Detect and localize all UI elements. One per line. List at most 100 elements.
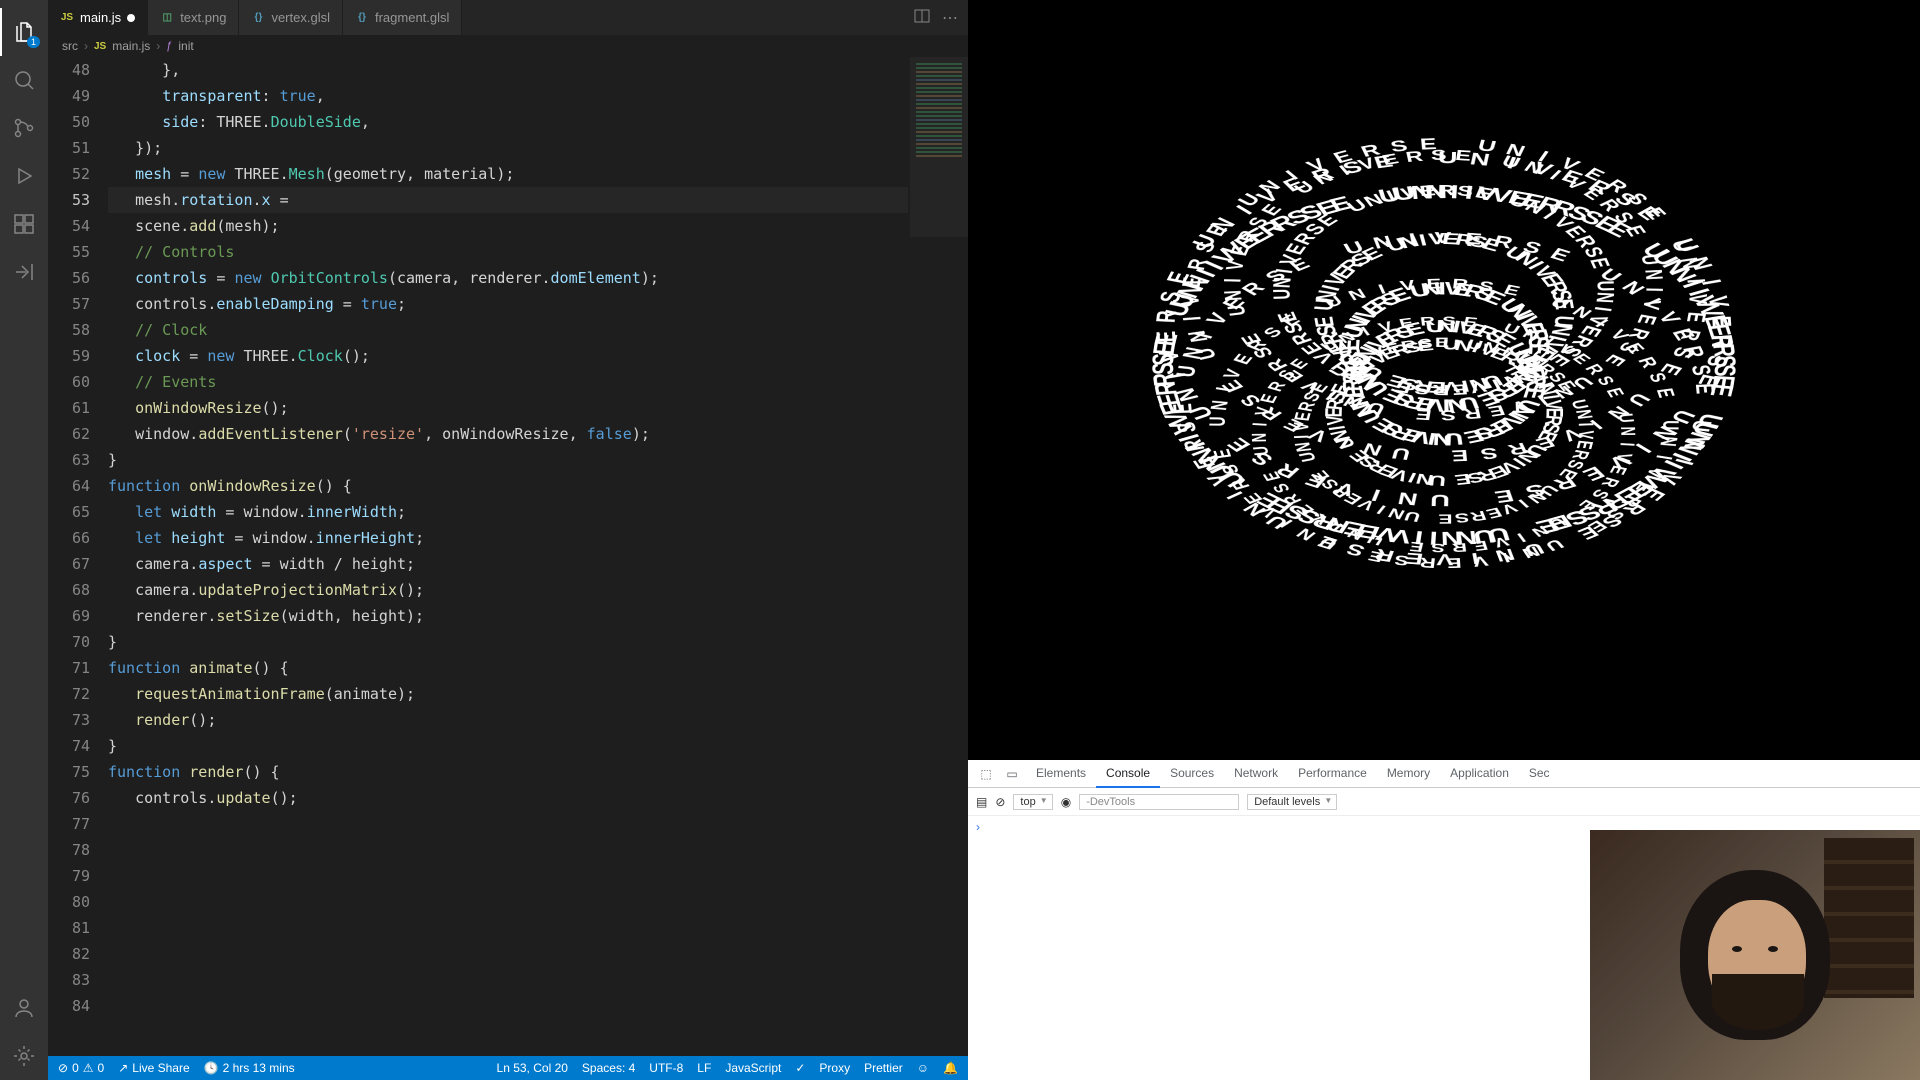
gear-icon[interactable] (0, 1032, 48, 1080)
line-number: 67 (48, 551, 90, 577)
line-number: 52 (48, 161, 90, 187)
line-number: 84 (48, 993, 90, 1019)
status-proxy[interactable]: Proxy (819, 1061, 850, 1075)
code-line[interactable]: controls.enableDamping = true; (108, 291, 908, 317)
tab-main-js[interactable]: JS main.js (48, 0, 148, 35)
more-actions-icon[interactable]: ⋯ (942, 8, 958, 28)
editor-group: JS main.js ◫text.png{}vertex.glsl{}fragmen… (48, 0, 968, 1080)
line-number: 81 (48, 915, 90, 941)
line-number: 50 (48, 109, 90, 135)
code-editor[interactable]: 4849505152535455565758596061626364656667… (48, 57, 968, 1056)
code-line[interactable]: side: THREE.DoubleSide, (108, 109, 908, 135)
webgl-preview[interactable]: UNIVERSE UNIVERSE UNIVERSE UNIVERSE UNIV… (968, 0, 1920, 760)
code-line[interactable]: let height = window.innerHeight; (108, 525, 908, 551)
clear-console-icon[interactable]: ⊘ (995, 795, 1005, 809)
tab-label: fragment.glsl (375, 10, 449, 25)
code-line[interactable]: // Events (108, 369, 908, 395)
code-line[interactable]: camera.updateProjectionMatrix(); (108, 577, 908, 603)
code-line[interactable]: clock = new THREE.Clock(); (108, 343, 908, 369)
status-prettier[interactable]: Prettier (864, 1061, 903, 1075)
live-share-icon[interactable] (0, 248, 48, 296)
execution-context-select[interactable]: top (1013, 794, 1052, 810)
device-toggle-icon[interactable]: ▭ (1000, 767, 1024, 781)
breadcrumb[interactable]: src › JS main.js › ƒ init (48, 35, 968, 57)
devtools-tab-sec[interactable]: Sec (1519, 760, 1560, 788)
explorer-icon[interactable]: 1 (0, 8, 48, 56)
code-line[interactable]: }); (108, 135, 908, 161)
code-line[interactable]: mesh = new THREE.Mesh(geometry, material… (108, 161, 908, 187)
status-feedback-icon[interactable]: ☺ (917, 1061, 929, 1075)
status-bell-icon[interactable]: 🔔 (943, 1061, 958, 1075)
breadcrumb-symbol[interactable]: init (178, 39, 193, 53)
tab-label: main.js (80, 10, 121, 25)
explorer-badge: 1 (27, 36, 40, 48)
split-editor-icon[interactable] (914, 8, 930, 28)
minimap[interactable] (910, 57, 968, 237)
devtools-tab-network[interactable]: Network (1224, 760, 1288, 788)
devtools-tab-memory[interactable]: Memory (1377, 760, 1440, 788)
devtools-tab-elements[interactable]: Elements (1026, 760, 1096, 788)
sidebar-toggle-icon[interactable]: ▤ (976, 795, 987, 809)
code-line[interactable]: window.addEventListener('resize', onWind… (108, 421, 908, 447)
code-line[interactable]: // Controls (108, 239, 908, 265)
inspect-element-icon[interactable]: ⬚ (974, 767, 998, 781)
run-debug-icon[interactable] (0, 152, 48, 200)
tab-label: text.png (180, 10, 226, 25)
code-line[interactable]: scene.add(mesh); (108, 213, 908, 239)
status-encoding[interactable]: UTF-8 (649, 1061, 683, 1075)
line-number: 82 (48, 941, 90, 967)
live-expression-icon[interactable]: ◉ (1061, 795, 1071, 809)
code-line[interactable]: requestAnimationFrame(animate); (108, 681, 908, 707)
status-cursor[interactable]: Ln 53, Col 20 (497, 1061, 568, 1075)
tab-label: vertex.glsl (271, 10, 330, 25)
extensions-icon[interactable] (0, 200, 48, 248)
code-line[interactable]: transparent: true, (108, 83, 908, 109)
code-line[interactable]: } (108, 733, 908, 759)
status-live-share[interactable]: ↗ Live Share (118, 1061, 189, 1075)
source-control-icon[interactable] (0, 104, 48, 152)
code-line[interactable]: function render() { (108, 759, 908, 785)
account-icon[interactable] (0, 984, 48, 1032)
breadcrumb-file[interactable]: main.js (112, 39, 150, 53)
code-line[interactable]: controls.update(); (108, 785, 908, 811)
code-line[interactable]: renderer.setSize(width, height); (108, 603, 908, 629)
status-timer[interactable]: 🕓 2 hrs 13 mins (204, 1061, 295, 1075)
right-pane: UNIVERSE UNIVERSE UNIVERSE UNIVERSE UNIV… (968, 0, 1920, 1080)
devtools-tab-sources[interactable]: Sources (1160, 760, 1224, 788)
console-filter-input[interactable]: -DevTools (1079, 794, 1239, 810)
devtools-tab-application[interactable]: Application (1440, 760, 1519, 788)
tab-fragment-glsl[interactable]: {}fragment.glsl (343, 0, 462, 35)
status-errors[interactable]: ⊘ 0 ⚠ 0 (58, 1061, 104, 1075)
code-line[interactable]: mesh.rotation.x = (108, 187, 908, 213)
devtools-tab-console[interactable]: Console (1096, 760, 1160, 788)
line-number: 75 (48, 759, 90, 785)
tab-vertex-glsl[interactable]: {}vertex.glsl (239, 0, 343, 35)
tab-text-png[interactable]: ◫text.png (148, 0, 239, 35)
status-language[interactable]: JavaScript (725, 1061, 781, 1075)
code-line[interactable]: // Clock (108, 317, 908, 343)
code-line[interactable]: function animate() { (108, 655, 908, 681)
code-line[interactable]: controls = new OrbitControls(camera, ren… (108, 265, 908, 291)
log-levels-select[interactable]: Default levels (1247, 794, 1337, 810)
code-line[interactable]: camera.aspect = width / height; (108, 551, 908, 577)
status-eol[interactable]: LF (697, 1061, 711, 1075)
webcam-overlay (1590, 830, 1920, 1080)
code-line[interactable]: function onWindowResize() { (108, 473, 908, 499)
line-number: 80 (48, 889, 90, 915)
code-line[interactable]: } (108, 629, 908, 655)
activity-bar: 1 (0, 0, 48, 1080)
devtools-tab-performance[interactable]: Performance (1288, 760, 1377, 788)
status-checkmark[interactable]: ✓ (795, 1061, 805, 1075)
file-icon: JS (60, 11, 74, 25)
code-line[interactable]: render(); (108, 707, 908, 733)
line-number: 57 (48, 291, 90, 317)
breadcrumb-folder[interactable]: src (62, 39, 78, 53)
search-icon[interactable] (0, 56, 48, 104)
code-line[interactable]: let width = window.innerWidth; (108, 499, 908, 525)
code-line[interactable]: }, (108, 57, 908, 83)
line-number: 51 (48, 135, 90, 161)
status-spaces[interactable]: Spaces: 4 (582, 1061, 635, 1075)
code-line[interactable]: onWindowResize(); (108, 395, 908, 421)
code-line[interactable]: } (108, 447, 908, 473)
line-number: 74 (48, 733, 90, 759)
